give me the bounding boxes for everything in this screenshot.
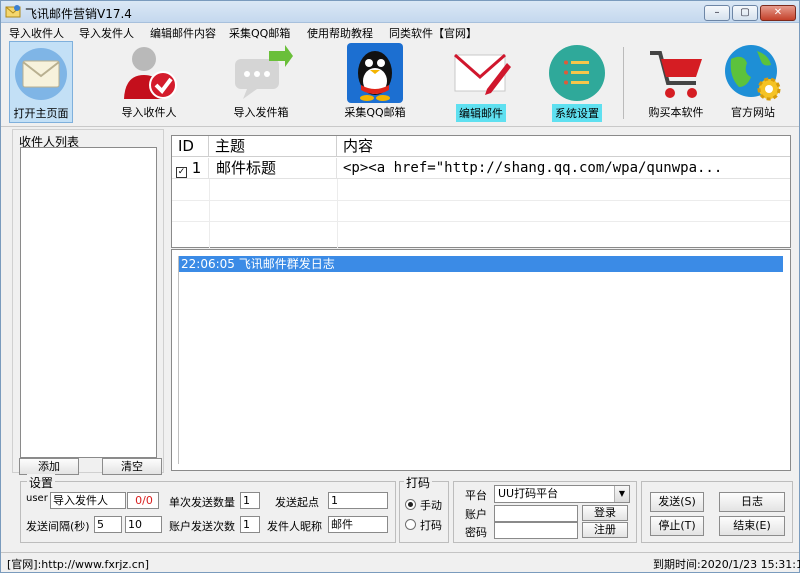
edit-mail-label: 编辑邮件 xyxy=(456,104,506,122)
sender-count-field: 0/0 xyxy=(127,492,159,509)
close-button[interactable]: ✕ xyxy=(760,5,796,21)
user-check-icon xyxy=(124,47,177,99)
main-window: 飞讯邮件营销V17.4 – ▢ ✕ 导入收件人 导入发件人 编辑邮件内容 采集Q… xyxy=(0,0,800,573)
account-times-label: 账户发送次数 xyxy=(169,520,235,533)
interval-max-input[interactable]: 10 xyxy=(125,516,162,533)
auto-captcha-radio[interactable] xyxy=(405,519,416,530)
row-content[interactable]: <p><a href="http://shang.qq.com/wpa/qunw… xyxy=(337,158,790,179)
globe-gear-icon xyxy=(725,45,781,101)
recipient-panel: 收件人列表 xyxy=(12,129,164,473)
maximize-button[interactable]: ▢ xyxy=(732,5,758,21)
message-arrow-icon xyxy=(235,45,293,99)
collect-qq-button[interactable]: 采集QQ邮箱 xyxy=(335,41,415,123)
clear-recipients-button[interactable]: 清空 xyxy=(102,458,162,475)
import-recipients-label: 导入收件人 xyxy=(121,106,177,119)
column-header-subject[interactable]: 主题 xyxy=(209,136,337,157)
account-label: 账户 xyxy=(465,508,487,521)
settings-group: 设置 user 导入发件人 0/0 单次发送数量 1 发送起点 1 发送间隔(秒… xyxy=(20,474,396,543)
single-send-label: 单次发送数量 xyxy=(169,496,235,509)
account-times-input[interactable]: 1 xyxy=(240,516,260,533)
nickname-label: 发件人昵称 xyxy=(267,520,322,533)
buy-label: 购买本软件 xyxy=(648,106,704,119)
app-icon xyxy=(5,5,21,18)
menu-import-senders[interactable]: 导入发件人 xyxy=(79,25,134,41)
import-recipients-button[interactable]: 导入收件人 xyxy=(109,41,189,123)
end-button[interactable]: 结束(E) xyxy=(719,516,785,536)
captcha-caption: 打码 xyxy=(404,474,433,491)
start-point-input[interactable]: 1 xyxy=(328,492,388,509)
title-bar: 飞讯邮件营销V17.4 – ▢ ✕ xyxy=(1,1,799,23)
envelope-pencil-icon xyxy=(454,53,511,95)
row-subject[interactable]: 邮件标题 xyxy=(209,158,337,179)
system-settings-button[interactable]: 系统设置 xyxy=(541,41,613,123)
mail-grid[interactable]: ID 主题 内容 ✓ 1 邮件标题 <p><a href="http://sha… xyxy=(171,135,791,249)
log-list[interactable]: 22:06:05 飞讯邮件群发日志 xyxy=(178,256,784,464)
recipient-list[interactable] xyxy=(20,147,157,458)
actions-group: 发送(S) 日志 停止(T) 结束(E) xyxy=(641,481,793,543)
menu-import-recipients[interactable]: 导入收件人 xyxy=(9,25,64,41)
stop-button[interactable]: 停止(T) xyxy=(650,516,704,536)
log-panel[interactable]: 22:06:05 飞讯邮件群发日志 xyxy=(171,249,791,471)
user-label: user xyxy=(26,493,48,504)
register-button[interactable]: 注册 xyxy=(582,522,628,538)
platform-label: 平台 xyxy=(465,489,487,502)
row-checkbox[interactable]: ✓ xyxy=(176,167,187,178)
menu-collect-qq[interactable]: 采集QQ邮箱 xyxy=(229,25,290,41)
menu-edit-mail[interactable]: 编辑邮件内容 xyxy=(150,25,216,41)
shopping-cart-icon xyxy=(650,51,702,98)
menu-bar: 导入收件人 导入发件人 编辑邮件内容 采集QQ邮箱 使用帮助教程 同类软件【官网… xyxy=(1,23,799,41)
settings-caption: 设置 xyxy=(27,474,56,491)
platform-group: 平台 UU打码平台 ▼ 账户 密码 登录 注册 xyxy=(453,481,637,543)
collect-qq-label: 采集QQ邮箱 xyxy=(344,106,406,119)
home-label: 打开主页面 xyxy=(13,107,69,120)
menu-help[interactable]: 使用帮助教程 xyxy=(307,25,373,41)
official-site-label: 官方网站 xyxy=(731,106,775,119)
manual-radio[interactable] xyxy=(405,499,416,510)
window-title: 飞讯邮件营销V17.4 xyxy=(25,7,132,21)
manual-label: 手动 xyxy=(420,499,442,512)
buy-button[interactable]: 购买本软件 xyxy=(639,41,713,123)
add-recipient-button[interactable]: 添加 xyxy=(19,458,79,475)
table-row-id-cell[interactable]: ✓ 1 xyxy=(172,158,209,179)
login-button[interactable]: 登录 xyxy=(582,505,628,521)
home-button[interactable]: 打开主页面 xyxy=(9,41,73,123)
log-button[interactable]: 日志 xyxy=(719,492,785,512)
settings-list-icon xyxy=(549,45,605,101)
platform-selected: UU打码平台 xyxy=(498,487,559,500)
column-header-id[interactable]: ID xyxy=(172,136,209,157)
password-label: 密码 xyxy=(465,526,487,539)
import-senders-button[interactable]: 导入发件箱 xyxy=(219,41,303,123)
send-button[interactable]: 发送(S) xyxy=(650,492,704,512)
import-senders-label: 导入发件箱 xyxy=(233,106,289,119)
envelope-icon xyxy=(15,48,67,100)
chevron-down-icon[interactable]: ▼ xyxy=(614,486,629,502)
website-status[interactable]: [官网]:http://www.fxrjz.cn] xyxy=(7,556,149,572)
expiry-status: 到期时间:2020/1/23 15:31:18 xyxy=(653,558,800,571)
minimize-button[interactable]: – xyxy=(704,5,730,21)
sender-import-field[interactable]: 导入发件人 xyxy=(50,492,126,509)
system-settings-label: 系统设置 xyxy=(552,104,602,122)
log-entry[interactable]: 22:06:05 飞讯邮件群发日志 xyxy=(179,256,783,272)
interval-min-input[interactable]: 5 xyxy=(94,516,122,533)
menu-similar-software[interactable]: 同类软件【官网】 xyxy=(389,25,477,41)
toolbar: 打开主页面 导入收件人 导入发件箱 采集QQ邮箱 编辑邮件 系统设置 购买本软件… xyxy=(1,41,799,127)
account-input[interactable] xyxy=(494,505,578,522)
nickname-input[interactable]: 邮件 xyxy=(328,516,388,533)
column-header-content[interactable]: 内容 xyxy=(337,136,790,157)
single-send-input[interactable]: 1 xyxy=(240,492,260,509)
password-input[interactable] xyxy=(494,522,578,539)
auto-captcha-label: 打码 xyxy=(420,519,442,532)
row-id: 1 xyxy=(191,159,202,177)
edit-mail-button[interactable]: 编辑邮件 xyxy=(445,41,517,123)
interval-label: 发送间隔(秒) xyxy=(26,520,90,533)
captcha-group: 打码 手动 打码 xyxy=(399,474,449,543)
toolbar-separator xyxy=(623,47,624,119)
official-site-button[interactable]: 官方网站 xyxy=(717,41,789,123)
qq-penguin-icon xyxy=(347,43,403,103)
start-point-label: 发送起点 xyxy=(275,496,319,509)
status-bar: [官网]:http://www.fxrjz.cn] 到期时间:2020/1/23… xyxy=(1,552,800,572)
platform-select[interactable]: UU打码平台 ▼ xyxy=(494,485,630,503)
